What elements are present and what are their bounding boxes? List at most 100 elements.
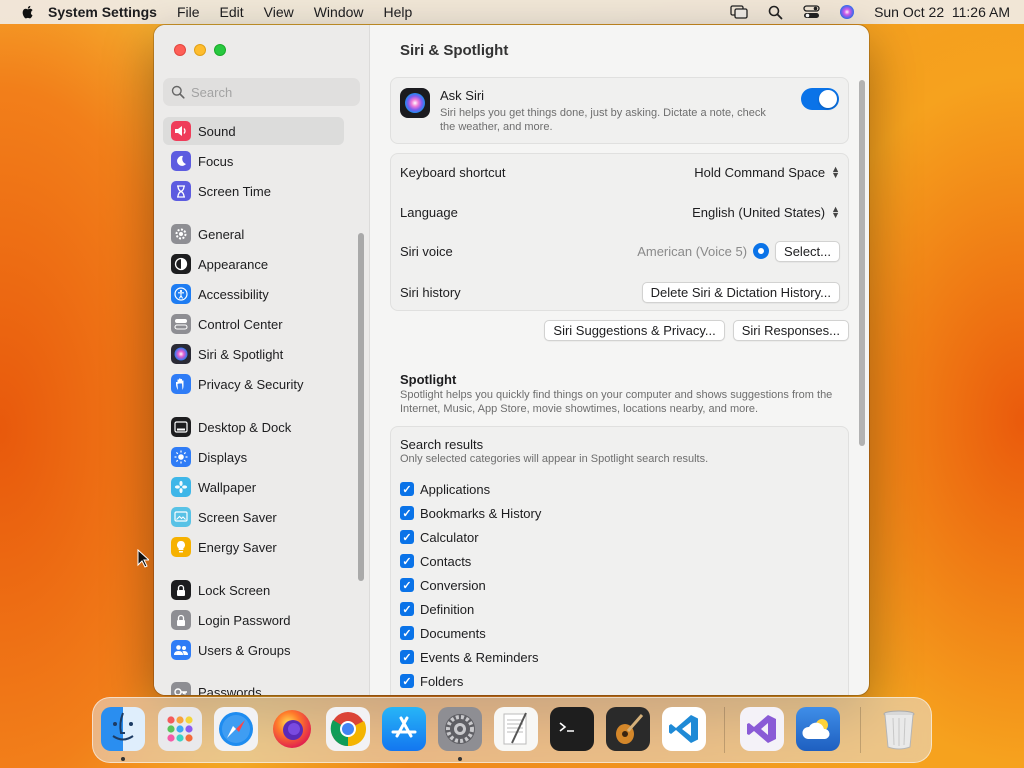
sidebar-item-screen-time[interactable]: Screen Time: [163, 177, 344, 205]
checkmark-icon: ✓: [400, 626, 414, 640]
sidebar-item-label: Wallpaper: [198, 479, 257, 495]
system-settings-icon[interactable]: [438, 707, 482, 751]
search-icon: [171, 85, 185, 99]
menu-file[interactable]: File: [177, 4, 200, 20]
checkbox-label: Conversion: [420, 577, 486, 593]
sidebar-item-passwords[interactable]: Passwords: [163, 678, 344, 695]
screen-mirroring-icon[interactable]: [730, 4, 748, 20]
checkmark-icon: ✓: [400, 674, 414, 688]
garageband-icon[interactable]: [606, 707, 650, 751]
checkbox-bookmarks-history[interactable]: ✓ Bookmarks & History: [400, 504, 541, 522]
checkbox-definition[interactable]: ✓ Definition: [400, 600, 474, 618]
ask-siri-description: Siri helps you get things done, just by …: [440, 107, 766, 133]
control-center-icon: [171, 314, 191, 334]
sidebar-item-siri-spotlight[interactable]: Siri & Spotlight: [163, 340, 344, 368]
checkmark-icon: ✓: [400, 482, 414, 496]
menubar-clock[interactable]: Sun Oct 22 11:26 AM: [874, 4, 1010, 20]
chrome-icon[interactable]: [326, 707, 370, 751]
sidebar-item-control-center[interactable]: Control Center: [163, 310, 344, 338]
finder-running-indicator: [121, 757, 125, 761]
moon-icon: [171, 151, 191, 171]
trash-icon[interactable]: [877, 707, 921, 751]
checkbox-contacts[interactable]: ✓ Contacts: [400, 552, 471, 570]
keyboard-shortcut-popup[interactable]: Hold Command Space ▲ ▼: [694, 165, 840, 180]
launchpad-icon[interactable]: [158, 707, 202, 751]
sidebar-item-desktop-dock[interactable]: Desktop & Dock: [163, 413, 344, 441]
checkbox-conversion[interactable]: ✓ Conversion: [400, 576, 486, 594]
sidebar-item-accessibility[interactable]: Accessibility: [163, 280, 344, 308]
language-popup[interactable]: English (United States) ▲ ▼: [692, 205, 840, 220]
updown-chevron-icon: ▲ ▼: [831, 204, 840, 220]
sidebar-item-appearance[interactable]: Appearance: [163, 250, 344, 278]
checkbox-applications[interactable]: ✓ Applications: [400, 480, 490, 498]
search-results-subtitle: Only selected categories will appear in …: [400, 453, 709, 465]
users-icon: [171, 640, 191, 660]
app-store-icon[interactable]: [382, 707, 426, 751]
close-window-button[interactable]: [174, 44, 186, 56]
finder-icon[interactable]: [101, 707, 145, 751]
firefox-icon[interactable]: [270, 707, 314, 751]
checkbox-label: Definition: [420, 601, 475, 617]
terminal-icon[interactable]: [550, 707, 594, 751]
sun-icon: [171, 447, 191, 467]
flower-icon: [171, 477, 191, 497]
safari-icon[interactable]: [214, 707, 258, 751]
sidebar-item-wallpaper[interactable]: Wallpaper: [163, 473, 344, 501]
sidebar-item-general[interactable]: General: [163, 220, 344, 248]
vscode-icon[interactable]: [662, 707, 706, 751]
zoom-window-button[interactable]: [214, 44, 226, 56]
dock-separator: [724, 707, 725, 753]
sidebar-item-displays[interactable]: Displays: [163, 443, 344, 471]
lock-icon: [171, 580, 191, 600]
spotlight-search-icon[interactable]: [766, 4, 784, 20]
checkbox-folders[interactable]: ✓ Folders: [400, 672, 463, 690]
script-editor-icon[interactable]: [494, 707, 538, 751]
visual-studio-icon[interactable]: [740, 707, 784, 751]
search-results-card: Search results Only selected categories …: [390, 426, 849, 695]
voice-indicator-icon: [753, 243, 770, 259]
search-input[interactable]: [191, 84, 351, 100]
sidebar-item-energy-saver[interactable]: Energy Saver: [163, 533, 344, 561]
sidebar-item-label: Privacy & Security: [198, 376, 304, 392]
system-settings-window: Sound Focus Screen Time General: [154, 25, 869, 695]
key-icon: [171, 682, 191, 695]
siri-extra-buttons: Siri Suggestions & Privacy... Siri Respo…: [371, 320, 849, 341]
sidebar-item-label: Energy Saver: [198, 539, 277, 555]
ask-siri-toggle[interactable]: [801, 88, 839, 110]
weather-icon[interactable]: [796, 707, 840, 751]
window-controls: [174, 44, 226, 56]
delete-siri-history-button[interactable]: Delete Siri & Dictation History...: [641, 281, 840, 303]
siri-suggestions-privacy-button[interactable]: Siri Suggestions & Privacy...: [544, 320, 725, 341]
spotlight-description: Spotlight helps you quickly find things …: [400, 389, 833, 415]
checkmark-icon: ✓: [400, 578, 414, 592]
menu-help[interactable]: Help: [384, 4, 413, 20]
sidebar-item-login-password[interactable]: Login Password: [163, 606, 344, 634]
siri-icon[interactable]: [838, 4, 856, 20]
sidebar-item-users-groups[interactable]: Users & Groups: [163, 636, 344, 664]
spotlight-heading: Spotlight: [400, 372, 457, 387]
siri-history-label: Siri history: [400, 284, 461, 300]
select-voice-button[interactable]: Select...: [775, 240, 840, 262]
ask-siri-card: Ask Siri Siri helps you get things done,…: [390, 77, 849, 144]
checkbox-documents[interactable]: ✓ Documents: [400, 624, 486, 642]
sidebar-item-privacy-security[interactable]: Privacy & Security: [163, 370, 344, 398]
sidebar-item-lock-screen[interactable]: Lock Screen: [163, 576, 344, 604]
control-center-icon[interactable]: [802, 4, 820, 20]
app-name-menu[interactable]: System Settings: [48, 4, 157, 20]
content-scrollbar[interactable]: [859, 80, 865, 446]
sidebar-scrollbar[interactable]: [358, 233, 364, 581]
accessibility-icon: [171, 284, 191, 304]
checkbox-calculator[interactable]: ✓ Calculator: [400, 528, 479, 546]
sidebar-item-screen-saver[interactable]: Screen Saver: [163, 503, 344, 531]
checkbox-events-reminders[interactable]: ✓ Events & Reminders: [400, 648, 539, 666]
sidebar-item-focus[interactable]: Focus: [163, 147, 344, 175]
hourglass-icon: [171, 181, 191, 201]
menu-window[interactable]: Window: [314, 4, 364, 20]
apple-menu-icon[interactable]: [20, 4, 36, 20]
menu-view[interactable]: View: [264, 4, 294, 20]
siri-responses-button[interactable]: Siri Responses...: [732, 320, 849, 341]
minimize-window-button[interactable]: [194, 44, 206, 56]
sidebar-item-sound[interactable]: Sound: [163, 117, 344, 145]
menu-edit[interactable]: Edit: [220, 4, 244, 20]
checkbox-label: Events & Reminders: [420, 649, 539, 665]
